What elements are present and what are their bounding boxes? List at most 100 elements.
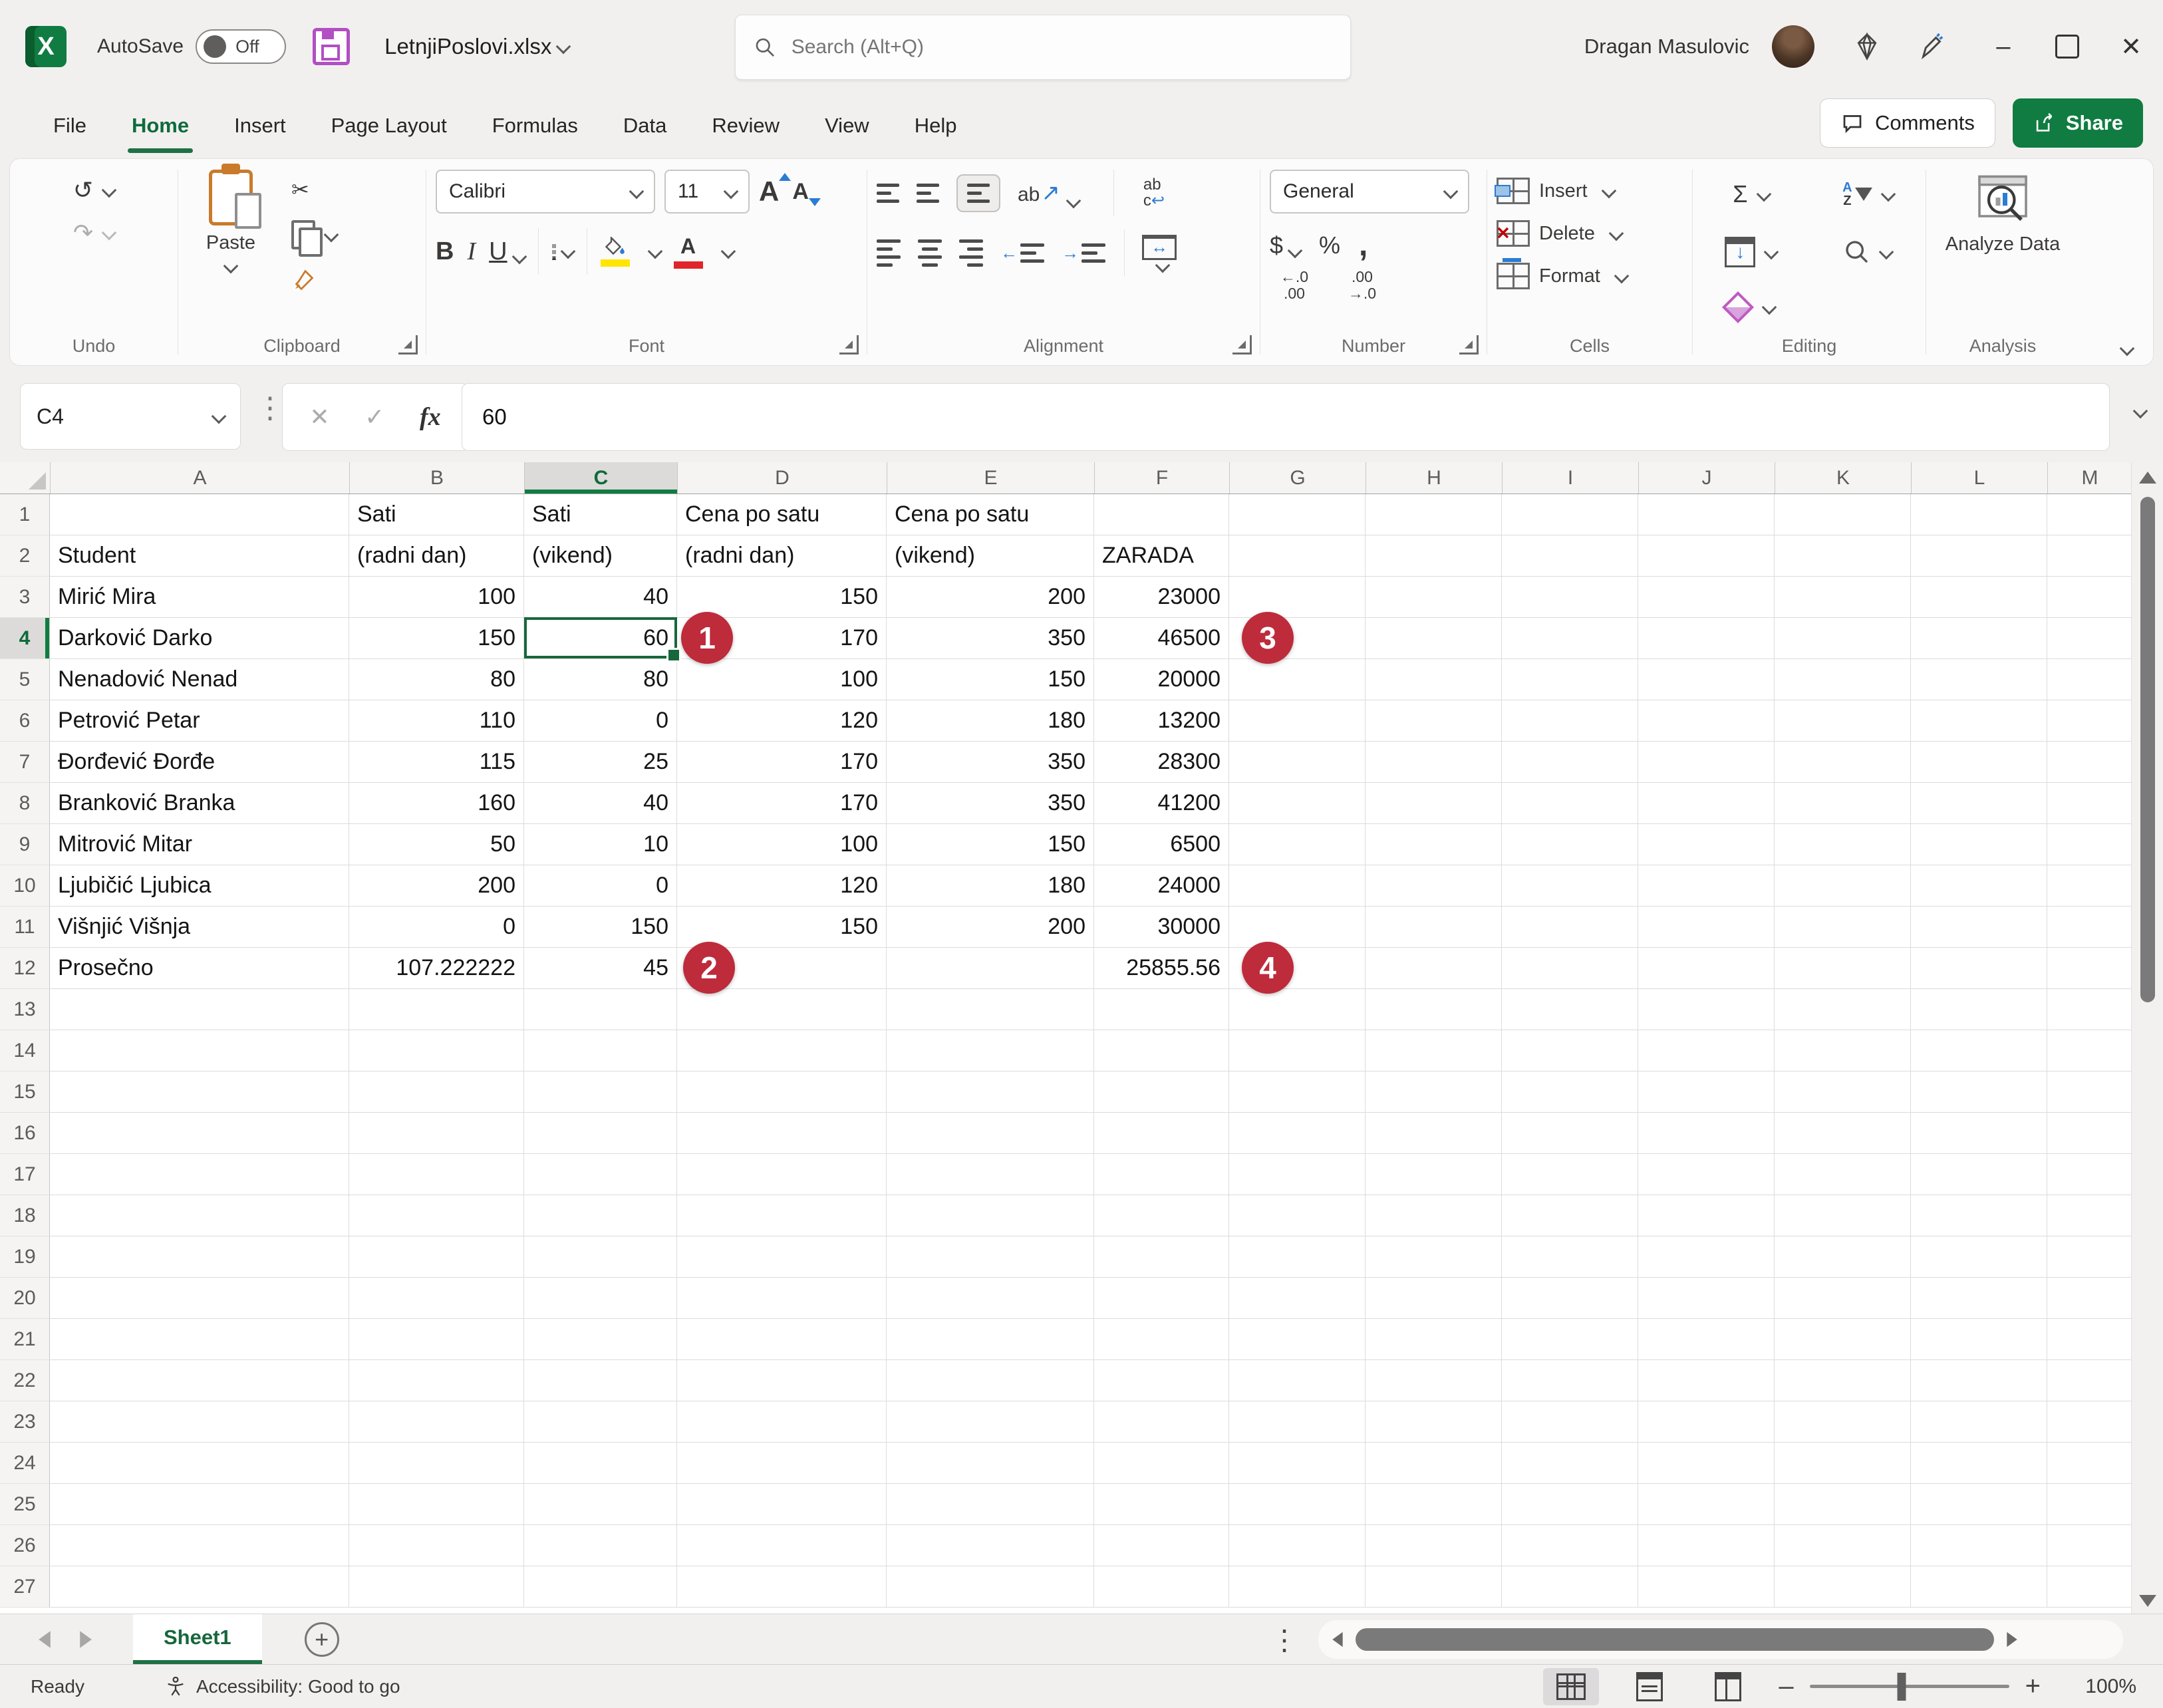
sheet-tab-sheet1[interactable]: Sheet1 [133, 1614, 262, 1665]
insert-function-button[interactable]: fx [420, 402, 441, 432]
cell-B2[interactable]: (radni dan) [349, 535, 524, 577]
row-header-4[interactable]: 4 [0, 618, 50, 659]
cell-K13[interactable] [1775, 989, 1911, 1030]
cell-K22[interactable] [1775, 1360, 1911, 1401]
increase-decimal-button[interactable]: ←.0 .00 [1270, 269, 1319, 302]
underline-button[interactable]: U [489, 237, 524, 266]
cell-B6[interactable]: 110 [349, 700, 524, 742]
cell-A25[interactable] [50, 1484, 349, 1525]
cell-J18[interactable] [1638, 1195, 1775, 1236]
cell-D22[interactable] [677, 1360, 887, 1401]
cell-G2[interactable] [1229, 535, 1366, 577]
cell-G23[interactable] [1229, 1401, 1366, 1443]
column-header-B[interactable]: B [350, 462, 525, 494]
cell-L8[interactable] [1911, 783, 2047, 824]
cell-G16[interactable] [1229, 1113, 1366, 1154]
cell-D10[interactable]: 120 [677, 865, 887, 907]
cell-A9[interactable]: Mitrović Mitar [50, 824, 349, 865]
cell-G19[interactable] [1229, 1236, 1366, 1278]
search-input[interactable] [790, 35, 1332, 59]
column-header-E[interactable]: E [887, 462, 1095, 494]
cell-E13[interactable] [887, 989, 1094, 1030]
ribbon-tab-formulas[interactable]: Formulas [470, 93, 601, 158]
cell-K8[interactable] [1775, 783, 1911, 824]
cell-B9[interactable]: 50 [349, 824, 524, 865]
cell-J9[interactable] [1638, 824, 1775, 865]
font-family-select[interactable]: Calibri [436, 170, 655, 214]
cell-I1[interactable] [1502, 494, 1638, 535]
cell-H3[interactable] [1366, 577, 1502, 618]
cell-G1[interactable] [1229, 494, 1366, 535]
italic-button[interactable]: I [467, 237, 476, 266]
zoom-out-button[interactable]: – [1779, 1671, 1793, 1701]
cell-L13[interactable] [1911, 989, 2047, 1030]
column-header-L[interactable]: L [1912, 462, 2048, 494]
cell-J21[interactable] [1638, 1319, 1775, 1360]
cell-K19[interactable] [1775, 1236, 1911, 1278]
cell-L23[interactable] [1911, 1401, 2047, 1443]
cell-C22[interactable] [524, 1360, 677, 1401]
cell-L3[interactable] [1911, 577, 2047, 618]
cell-G7[interactable] [1229, 742, 1366, 783]
cell-C23[interactable] [524, 1401, 677, 1443]
scroll-left-arrow[interactable] [1332, 1632, 1342, 1647]
cell-B22[interactable] [349, 1360, 524, 1401]
cell-H27[interactable] [1366, 1566, 1502, 1608]
cell-C18[interactable] [524, 1195, 677, 1236]
row-header-5[interactable]: 5 [0, 659, 50, 700]
cell-E10[interactable]: 180 [887, 865, 1094, 907]
cell-F23[interactable] [1094, 1401, 1229, 1443]
page-layout-view-button[interactable] [1622, 1668, 1677, 1705]
cell-L1[interactable] [1911, 494, 2047, 535]
cell-D7[interactable]: 170 [677, 742, 887, 783]
cell-J1[interactable] [1638, 494, 1775, 535]
middle-align-button[interactable] [917, 184, 939, 203]
column-header-F[interactable]: F [1095, 462, 1230, 494]
cell-C21[interactable] [524, 1319, 677, 1360]
column-header-H[interactable]: H [1366, 462, 1503, 494]
align-left-button[interactable] [877, 239, 901, 267]
row-header-14[interactable]: 14 [0, 1030, 50, 1071]
cell-C2[interactable]: (vikend) [524, 535, 677, 577]
cell-E19[interactable] [887, 1236, 1094, 1278]
cell-H25[interactable] [1366, 1484, 1502, 1525]
number-format-select[interactable]: General [1270, 170, 1469, 214]
cell-A5[interactable]: Nenadović Nenad [50, 659, 349, 700]
cell-H19[interactable] [1366, 1236, 1502, 1278]
cell-I15[interactable] [1502, 1071, 1638, 1113]
paste-button[interactable]: Paste [188, 170, 274, 327]
cell-D18[interactable] [677, 1195, 887, 1236]
cell-G13[interactable] [1229, 989, 1366, 1030]
formula-input[interactable]: 60 [462, 383, 2110, 451]
cell-J13[interactable] [1638, 989, 1775, 1030]
cell-F21[interactable] [1094, 1319, 1229, 1360]
cell-C19[interactable] [524, 1236, 677, 1278]
cell-J22[interactable] [1638, 1360, 1775, 1401]
cell-J11[interactable] [1638, 907, 1775, 948]
font-color-button[interactable]: A [674, 234, 703, 269]
cell-G8[interactable] [1229, 783, 1366, 824]
cell-J27[interactable] [1638, 1566, 1775, 1608]
cell-H8[interactable] [1366, 783, 1502, 824]
font-dialog-launcher[interactable] [839, 335, 859, 355]
cell-G26[interactable] [1229, 1525, 1366, 1566]
cell-H10[interactable] [1366, 865, 1502, 907]
cell-G11[interactable] [1229, 907, 1366, 948]
cell-A6[interactable]: Petrović Petar [50, 700, 349, 742]
cell-L24[interactable] [1911, 1443, 2047, 1484]
redo-button[interactable]: ↷ [73, 219, 114, 247]
cell-K4[interactable] [1775, 618, 1911, 659]
cell-C20[interactable] [524, 1278, 677, 1319]
cell-M14[interactable] [2047, 1030, 2132, 1071]
cell-G20[interactable] [1229, 1278, 1366, 1319]
cell-G25[interactable] [1229, 1484, 1366, 1525]
cell-K25[interactable] [1775, 1484, 1911, 1525]
cell-H16[interactable] [1366, 1113, 1502, 1154]
cell-M15[interactable] [2047, 1071, 2132, 1113]
cell-E7[interactable]: 350 [887, 742, 1094, 783]
cancel-entry-button[interactable]: ✕ [309, 403, 329, 431]
cell-J5[interactable] [1638, 659, 1775, 700]
cell-J4[interactable] [1638, 618, 1775, 659]
cell-J12[interactable] [1638, 948, 1775, 989]
cell-A20[interactable] [50, 1278, 349, 1319]
